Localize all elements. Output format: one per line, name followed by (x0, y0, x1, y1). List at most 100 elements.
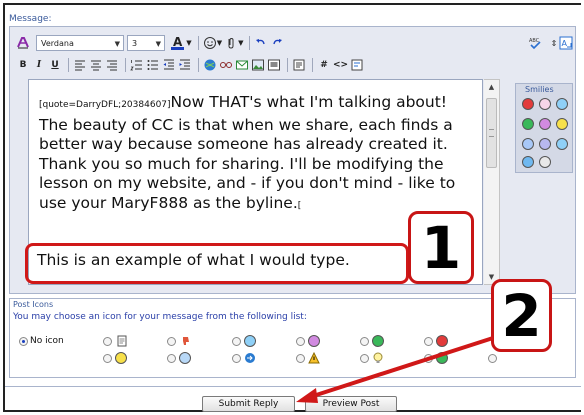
outdent-button[interactable] (162, 57, 176, 73)
mad-icon (436, 335, 448, 347)
smiley-cool-icon[interactable] (522, 118, 534, 130)
indent-button[interactable] (178, 57, 192, 73)
outdent-icon (163, 59, 174, 70)
wrap-code-button[interactable]: <> (333, 57, 348, 73)
smiley-rolleyes-icon[interactable] (539, 156, 551, 168)
switch-editor-mode-button[interactable]: A (559, 35, 573, 51)
smilies-title: Smilies (525, 85, 554, 94)
post-icon-radio[interactable] (296, 337, 305, 346)
spellcheck-icon: ABC (529, 38, 541, 50)
smiley-eek-icon[interactable] (522, 156, 534, 168)
toolbar-separator (68, 58, 69, 72)
chevron-down-icon: ▼ (114, 40, 120, 48)
post-icons-title: Post Icons (13, 300, 54, 309)
smiley-mad-icon[interactable] (522, 98, 534, 110)
align-right-button[interactable] (105, 57, 119, 73)
wrap-php-button[interactable] (350, 57, 364, 73)
smiley-confused-icon[interactable] (539, 98, 551, 110)
post-icon-radio[interactable] (103, 337, 112, 346)
scroll-up-icon[interactable]: ▲ (484, 80, 499, 94)
smile-icon (244, 335, 256, 347)
insert-link-button[interactable] (203, 57, 217, 73)
insert-quote-button[interactable] (292, 57, 306, 73)
underline-button[interactable]: U (48, 57, 62, 73)
preview-post-button[interactable]: Preview Post (305, 396, 397, 412)
attach-button[interactable]: ▼ (224, 35, 243, 51)
scroll-thumb[interactable] (486, 98, 497, 168)
post-icon-radio[interactable] (232, 354, 241, 363)
callout-step-1: 1 (408, 211, 474, 284)
smilies-panel: Smilies (515, 83, 573, 173)
smiley-happy-icon[interactable] (556, 98, 568, 110)
paperclip-icon (228, 37, 234, 49)
italic-button[interactable]: I (32, 57, 46, 73)
align-left-button[interactable] (73, 57, 87, 73)
toolbar-separator (197, 36, 199, 50)
quote-tag: [quote=DarryDFL;20384607] (39, 100, 171, 110)
chevron-down-icon: ▼ (238, 39, 244, 47)
post-icon-radio[interactable] (103, 354, 112, 363)
toolbar-separator (287, 58, 288, 72)
font-size-select[interactable]: 3 ▼ (127, 35, 165, 51)
link-globe-icon (204, 59, 216, 71)
smiley-grin-icon[interactable] (556, 118, 568, 130)
post-icon-radio[interactable] (424, 337, 433, 346)
align-right-icon (107, 60, 117, 71)
font-size-value: 3 (132, 38, 138, 48)
no-icon-radio[interactable] (19, 337, 28, 346)
toolbar-row-2: B I U # <> (16, 56, 366, 74)
toolbar-separator (198, 58, 199, 72)
toolbar-row-1: Verdana ▼ 3 ▼ A ▼ ▼ ▼ (16, 34, 286, 52)
ordered-list-button[interactable] (130, 57, 144, 73)
thumbs-down-icon (183, 337, 189, 345)
submit-reply-button[interactable]: Submit Reply (202, 396, 295, 412)
post-icon-radio[interactable] (296, 354, 305, 363)
callout-step-2: 2 (491, 279, 552, 352)
smiley-tongue-icon[interactable] (556, 138, 568, 150)
toolbar-separator (125, 58, 126, 72)
insert-video-button[interactable] (267, 57, 281, 73)
reply-form: Message: Verdana ▼ 3 ▼ A ▼ ▼ ▼ ABC ⇕ A B… (0, 0, 584, 415)
toolbar-separator (249, 36, 251, 50)
green-icon (436, 352, 448, 364)
redo-button[interactable] (270, 35, 284, 51)
unordered-list-button[interactable] (146, 57, 160, 73)
post-icon-radio[interactable] (360, 337, 369, 346)
textarea-scrollbar[interactable]: ▲ ▼ (484, 79, 500, 285)
wrap-code-hash-button[interactable]: # (317, 57, 331, 73)
post-icon-radio[interactable] (488, 354, 497, 363)
chevron-down-icon: ▼ (186, 39, 192, 47)
smiley-question-icon[interactable] (539, 138, 551, 150)
font-color-button[interactable]: A ▼ (171, 35, 192, 51)
quote-icon (293, 59, 305, 71)
remove-format-button[interactable] (16, 35, 30, 51)
spellcheck-button[interactable]: ABC (528, 35, 542, 51)
post-icon-radio[interactable] (360, 354, 369, 363)
post-icon-radio[interactable] (232, 337, 241, 346)
smiley-icon (203, 37, 216, 49)
insert-image-button[interactable] (251, 57, 265, 73)
align-left-icon (75, 60, 85, 71)
bold-button[interactable]: B (16, 57, 30, 73)
smiley-menu-button[interactable]: ▼ (203, 35, 222, 51)
toolbar-separator (312, 58, 313, 72)
video-icon (268, 59, 280, 71)
font-family-select[interactable]: Verdana ▼ (36, 35, 124, 51)
undo-icon (256, 39, 266, 45)
font-family-value: Verdana (41, 38, 74, 48)
arrows-updown-icon: ⇕ (550, 38, 558, 48)
remove-link-button[interactable] (219, 57, 233, 73)
smiley-wink-icon[interactable] (539, 118, 551, 130)
image-icon (252, 59, 264, 71)
wink-icon (308, 335, 320, 347)
lightbulb-icon (373, 352, 383, 363)
numbered-list-icon (130, 60, 142, 71)
align-center-button[interactable] (89, 57, 103, 73)
post-icon-radio[interactable] (167, 354, 176, 363)
post-icon-radio[interactable] (167, 337, 176, 346)
smiley-frown-icon[interactable] (522, 138, 534, 150)
undo-button[interactable] (254, 35, 268, 51)
post-icon-radio[interactable] (424, 354, 433, 363)
insert-email-button[interactable] (235, 57, 249, 73)
message-label: Message: (9, 14, 52, 24)
